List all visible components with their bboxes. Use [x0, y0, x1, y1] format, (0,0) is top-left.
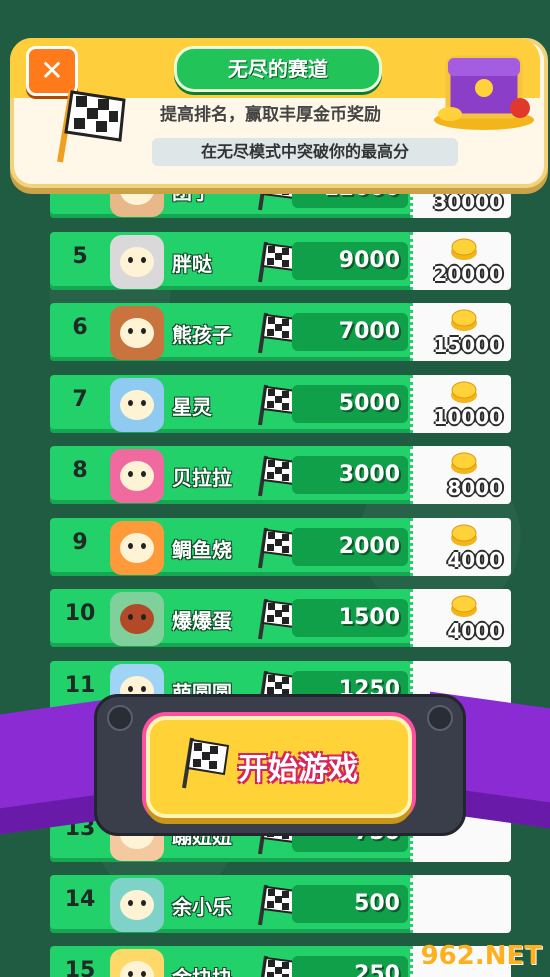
leaderboard-row: 9 鲷鱼烧 2000 4000: [50, 518, 511, 580]
close-icon: ✕: [40, 54, 64, 87]
reward-box: 10000: [410, 375, 511, 433]
rank-number: 9: [72, 530, 88, 555]
avatar: [110, 521, 164, 575]
score-value: 3000: [338, 462, 400, 487]
reward-value: 8000: [447, 476, 503, 500]
score-box: 5000: [292, 385, 408, 423]
score-value: 500: [354, 891, 400, 916]
reward-value: 30000: [433, 190, 503, 214]
leaderboard-row: 6 熊孩子 7000 15000: [50, 303, 511, 365]
score-box: 3000: [292, 456, 408, 494]
avatar: [110, 949, 164, 977]
gold-coins-icon: [451, 309, 477, 331]
avatar: [110, 449, 164, 503]
score-value: 7000: [338, 319, 400, 344]
mode-hint: 在无尽模式中突破你的最高分: [152, 138, 458, 166]
player-name: 星灵: [172, 395, 212, 419]
player-name: 爆爆蛋: [172, 609, 232, 633]
score-box: 2000: [292, 528, 408, 566]
avatar: [110, 592, 164, 646]
reward-value: 4000: [447, 619, 503, 643]
rank-number: 6: [72, 315, 88, 340]
gold-coins-icon: [451, 381, 477, 403]
score-value: 250: [354, 962, 400, 977]
leaderboard-row: 10 爆爆蛋 1500 4000: [50, 589, 511, 651]
score-box: 9000: [292, 242, 408, 280]
rank-number: 11: [64, 673, 96, 698]
avatar: [110, 878, 164, 932]
player-name: 贝拉拉: [172, 466, 232, 490]
reward-value: 15000: [433, 333, 503, 357]
player-name: 熊孩子: [172, 323, 232, 347]
score-value: 1500: [338, 605, 400, 630]
score-value: 9000: [338, 248, 400, 273]
bolt-icon: [427, 705, 453, 731]
player-name: 鲷鱼烧: [172, 538, 232, 562]
score-value: 5000: [338, 391, 400, 416]
treasure-chest-icon: [434, 55, 534, 130]
leaderboard-row: 7 星灵 5000 10000: [50, 375, 511, 437]
checkered-flag-icon: [57, 89, 126, 163]
score-box: 250: [292, 956, 408, 977]
score-value: 2000: [338, 534, 400, 559]
gold-coins-icon: [451, 595, 477, 617]
leaderboard-row: 14 余小乐 500: [50, 875, 511, 937]
player-name: 金块块: [172, 962, 232, 977]
reward-value: 20000: [433, 262, 503, 286]
checkered-flag-icon: [182, 737, 230, 789]
bolt-icon: [107, 705, 133, 731]
avatar: [110, 306, 164, 360]
gold-coins-icon: [451, 452, 477, 474]
start-game-label: 开始游戏: [238, 752, 358, 787]
player-name: 余小乐: [172, 895, 232, 919]
reward-box: 20000: [410, 232, 511, 290]
reward-box: [410, 875, 511, 933]
rank-number: 14: [64, 887, 96, 912]
score-box: 500: [292, 885, 408, 923]
rank-number: 8: [72, 458, 88, 483]
rank-number: 7: [72, 387, 88, 412]
mode-subtitle: 提高排名，赢取丰厚金币奖励: [160, 105, 381, 125]
reward-value: 10000: [433, 405, 503, 429]
reward-box: 4000: [410, 518, 511, 576]
mode-title: 无尽的赛道: [174, 46, 382, 92]
rank-number: 5: [72, 244, 88, 269]
score-box: 1500: [292, 599, 408, 637]
avatar: [110, 235, 164, 289]
avatar: [110, 378, 164, 432]
rank-number: 10: [64, 601, 96, 626]
gold-coins-icon: [451, 238, 477, 260]
gold-coins-icon: [451, 524, 477, 546]
player-name: 胖哒: [172, 252, 212, 276]
watermark-logo: 962.NET: [420, 941, 542, 971]
reward-box: 15000: [410, 303, 511, 361]
reward-value: 4000: [447, 548, 503, 572]
rank-number: 15: [64, 958, 96, 977]
score-box: 7000: [292, 313, 408, 351]
leaderboard-row: 5 胖哒 9000 20000: [50, 232, 511, 294]
reward-box: 4000: [410, 589, 511, 647]
leaderboard-row: 8 贝拉拉 3000 8000: [50, 446, 511, 508]
reward-box: 8000: [410, 446, 511, 504]
